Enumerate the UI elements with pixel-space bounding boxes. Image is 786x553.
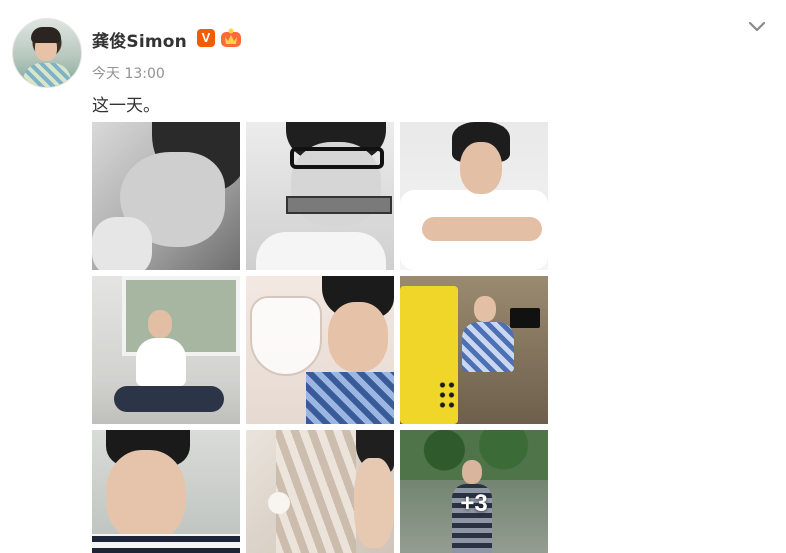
photo-shirt-shape <box>306 372 394 424</box>
photo-face-shape <box>148 310 172 338</box>
photo-thumbnail-6[interactable] <box>400 276 548 424</box>
photo-shirt-shape <box>92 534 240 553</box>
photo-hand-shape <box>92 217 152 270</box>
photo-thumbnail-2[interactable] <box>246 122 394 270</box>
photo-thumbnail-1[interactable] <box>92 122 240 270</box>
photo-arm-shape <box>422 217 542 241</box>
avatar-shirt <box>23 63 71 87</box>
avatar-hair <box>31 27 61 43</box>
photo-glasses-shape <box>290 147 384 169</box>
photo-shirt-shape <box>256 232 386 270</box>
photo-thumbnail-5[interactable] <box>246 276 394 424</box>
photo-fabric-shape <box>276 430 356 553</box>
photo-face-shape <box>460 142 502 194</box>
photo-face-shape <box>328 302 388 372</box>
photo-face-shape <box>106 450 186 542</box>
photo-shirt-shape <box>136 338 186 386</box>
photo-orb-shape <box>268 492 290 514</box>
photo-thumbnail-3[interactable] <box>400 122 548 270</box>
photo-harmonica-shape <box>286 196 392 214</box>
photo-shirt-shape <box>462 322 514 372</box>
weibo-post-card: 龚俊Simon V 今天 13:00 这一天。 +3 <box>0 0 786 553</box>
post-text: 这一天。 <box>92 96 160 116</box>
more-photos-count[interactable]: +3 <box>400 430 548 553</box>
photo-face-shape <box>354 458 394 548</box>
photo-monitor-shape <box>510 308 540 328</box>
verified-badge-icon[interactable]: V <box>197 29 215 47</box>
crown-badge-icon[interactable] <box>220 28 242 48</box>
post-timestamp[interactable]: 今天 13:00 <box>92 63 165 83</box>
username-link[interactable]: 龚俊Simon <box>92 27 187 52</box>
photo-grid: +3 <box>92 122 548 553</box>
photo-thumbnail-7[interactable] <box>92 430 240 553</box>
photo-face-shape <box>474 296 496 322</box>
photo-buttons-shape <box>438 380 456 410</box>
photo-legs-shape <box>114 386 224 412</box>
photo-thumbnail-9[interactable]: +3 <box>400 430 548 553</box>
photo-thumbnail-4[interactable] <box>92 276 240 424</box>
photo-bowl-shape <box>250 296 322 376</box>
avatar[interactable] <box>12 18 82 88</box>
chevron-down-icon[interactable] <box>746 16 768 36</box>
photo-thumbnail-8[interactable] <box>246 430 394 553</box>
